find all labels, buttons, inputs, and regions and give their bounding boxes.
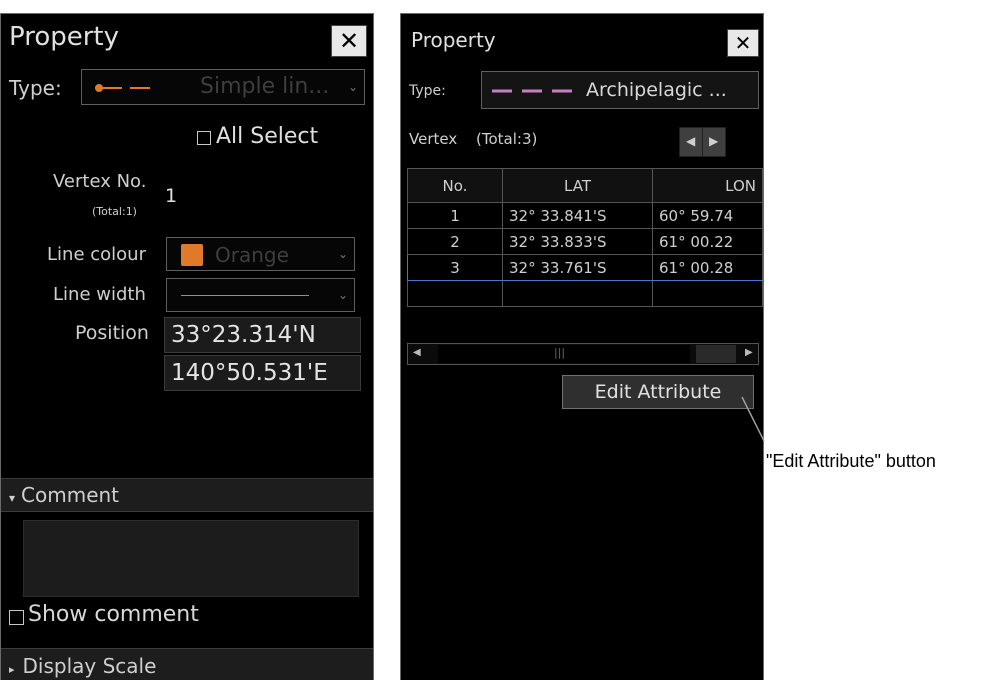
close-icon: ✕ <box>338 27 360 55</box>
cell-lat: 32° 33.761'S <box>502 254 653 281</box>
edit-attribute-button[interactable]: Edit Attribute <box>562 375 754 409</box>
cell-lon: 61° 00.28 <box>652 254 763 281</box>
cell-no: 2 <box>407 228 503 255</box>
panel-title: Property <box>411 28 496 52</box>
scroll-track[interactable] <box>696 345 736 363</box>
comment-textarea[interactable] <box>23 520 359 597</box>
callout-leader-line <box>741 396 765 442</box>
position-lon-field[interactable]: 140°50.531'E <box>164 355 361 391</box>
cell-lat: 32° 33.833'S <box>502 228 653 255</box>
cell-no: 3 <box>407 254 503 281</box>
position-label: Position <box>75 322 149 344</box>
show-comment-label: Show comment <box>28 602 199 627</box>
table-row-empty <box>407 280 763 307</box>
chevron-right-icon: ▸ <box>9 663 15 676</box>
cell-no: 1 <box>407 202 503 229</box>
panel-title: Property <box>9 22 120 52</box>
cell-empty <box>652 280 763 307</box>
chevron-down-icon: ▾ <box>9 491 16 505</box>
arrow-right-icon: ▶ <box>709 134 719 148</box>
cell-lon: 61° 00.22 <box>652 228 763 255</box>
column-header-no[interactable]: No. <box>407 168 503 203</box>
line-style-icon <box>492 89 572 93</box>
vertex-total: (Total:3) <box>476 130 538 148</box>
display-scale-section-label: Display Scale <box>22 654 157 678</box>
grip-icon: ||| <box>554 346 566 359</box>
vertex-table: No. LAT LON 1 32° 33.841'S 60° 59.74 2 3… <box>407 168 763 307</box>
chevron-down-icon: ⌄ <box>337 288 348 302</box>
table-row-selected[interactable]: 3 32° 33.761'S 61° 00.28 <box>407 254 763 281</box>
table-row[interactable]: 1 32° 33.841'S 60° 59.74 <box>407 202 763 229</box>
position-lat-field[interactable]: 33°23.314'N <box>164 317 361 353</box>
scroll-left-icon[interactable]: ◀ <box>413 347 421 358</box>
column-header-lat[interactable]: LAT <box>502 168 653 203</box>
previous-button[interactable]: ◀ <box>679 127 703 157</box>
display-scale-section-header[interactable]: ▸ Display Scale <box>1 648 373 680</box>
all-select-checkbox[interactable] <box>197 131 211 145</box>
vertex-label: Vertex <box>409 130 458 148</box>
cell-empty <box>407 280 503 307</box>
line-style-icon <box>95 84 150 92</box>
property-panel-right: Property ✕ Type: Archipelagic ... Vertex… <box>400 13 764 680</box>
scroll-thumb[interactable]: ||| <box>438 345 690 363</box>
line-colour-dropdown[interactable]: Orange ⌄ <box>166 237 355 271</box>
arrow-left-icon: ◀ <box>686 134 696 148</box>
type-label: Type: <box>9 76 62 100</box>
show-comment-checkbox[interactable] <box>9 610 24 625</box>
column-header-lon[interactable]: LON <box>652 168 763 203</box>
comment-section-label: Comment <box>21 483 120 507</box>
type-dropdown[interactable]: Archipelagic ... <box>481 71 759 109</box>
chevron-down-icon: ⌄ <box>347 80 358 94</box>
colour-swatch <box>181 244 203 266</box>
type-value: Archipelagic ... <box>586 79 727 101</box>
line-width-sample <box>181 295 309 296</box>
vertex-no-label: Vertex No. <box>53 171 147 192</box>
vertex-total: (Total:1) <box>92 205 137 218</box>
callout-label: "Edit Attribute" button <box>766 451 936 471</box>
line-colour-label: Line colour <box>47 244 146 265</box>
scroll-right-icon[interactable]: ▶ <box>745 347 753 358</box>
property-panel-left: Property ✕ Type: Simple lin... ⌄ All Sel… <box>0 13 374 680</box>
type-value: Simple lin... <box>200 74 330 99</box>
cell-empty <box>502 280 653 307</box>
horizontal-scrollbar[interactable]: ◀ ||| ▶ <box>407 343 759 365</box>
chevron-down-icon: ⌄ <box>337 247 348 261</box>
close-button[interactable]: ✕ <box>331 25 367 57</box>
line-colour-value: Orange <box>215 243 289 267</box>
next-button[interactable]: ▶ <box>702 127 726 157</box>
comment-section-header[interactable]: ▾ Comment <box>1 478 373 512</box>
close-icon: ✕ <box>734 31 752 55</box>
cell-lon: 60° 59.74 <box>652 202 763 229</box>
vertex-no-value: 1 <box>165 185 178 207</box>
close-button[interactable]: ✕ <box>727 29 759 57</box>
line-width-dropdown[interactable]: ⌄ <box>166 278 355 312</box>
line-width-label: Line width <box>53 284 146 305</box>
table-row[interactable]: 2 32° 33.833'S 61° 00.22 <box>407 228 763 255</box>
cell-lat: 32° 33.841'S <box>502 202 653 229</box>
type-dropdown[interactable]: Simple lin... ⌄ <box>81 69 365 105</box>
all-select-label: All Select <box>216 124 319 149</box>
type-label: Type: <box>409 83 446 99</box>
